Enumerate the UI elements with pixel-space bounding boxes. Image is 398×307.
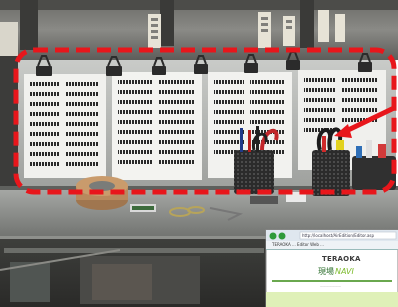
teraoka-logo: TERAOKA <box>322 255 361 263</box>
hanging-sign <box>335 14 345 42</box>
barcode-sheet <box>112 72 202 180</box>
forward-icon[interactable] <box>278 232 286 240</box>
browser-url: http://localhost/AirEdition/Editor.asp <box>302 233 375 238</box>
site-name: 現場NAVI <box>318 266 388 278</box>
site-name-suffix: NAVI <box>335 267 354 276</box>
photo-scene: http://localhost/AirEdition/Editor.asp T… <box>0 0 398 307</box>
browser-tab-title[interactable]: TERAOKA ... Editor Web ... <box>272 241 352 249</box>
back-icon[interactable] <box>269 232 277 240</box>
site-name-main: 現場 <box>318 267 334 276</box>
barcode-sheet <box>24 74 106 178</box>
hanging-sign <box>318 10 329 42</box>
site-tagline: ——————— <box>320 284 341 288</box>
